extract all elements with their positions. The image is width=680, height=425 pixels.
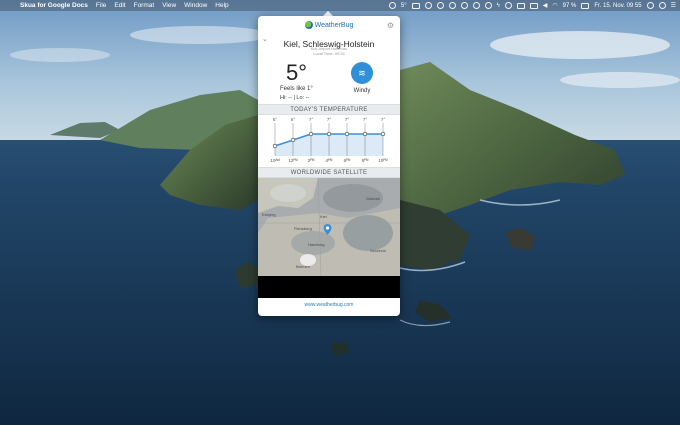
status-shield-icon[interactable] xyxy=(516,2,525,9)
time-label: 8ᴾᴹ xyxy=(361,158,369,163)
weatherbug-logo: WeatherBug xyxy=(304,21,354,29)
weatherbug-logo-icon xyxy=(304,21,313,29)
temperature-section-header: TODAY'S TEMPERATURE xyxy=(258,104,400,115)
status-sync-icon[interactable] xyxy=(424,2,432,9)
status-clock-icon[interactable] xyxy=(436,2,444,9)
battery-status[interactable]: 97 % xyxy=(563,3,577,9)
city-name[interactable]: Kiel, Schleswig-Holstein xyxy=(284,39,375,49)
map-label: Kiel xyxy=(320,214,327,219)
map-label: Bremen xyxy=(296,264,311,269)
battery-percent: 97 % xyxy=(562,2,577,9)
feels-like: Feels like 1° xyxy=(280,86,313,92)
temperature-value-label: 7° xyxy=(344,117,350,122)
temperature-value-label: 7° xyxy=(308,117,314,122)
satellite-section-header: WORLDWIDE SATELLITE xyxy=(258,167,400,178)
location-pin-icon xyxy=(323,224,332,235)
temperature-point xyxy=(272,143,278,149)
weatherbug-popover: WeatherBug ⚙ ⌄ Kiel, Schleswig-Holstein … xyxy=(258,16,400,316)
temperature-point xyxy=(308,131,314,137)
lightning-icon[interactable]: ϟ xyxy=(497,3,500,9)
menu-help[interactable]: Help xyxy=(215,2,228,9)
menu-edit[interactable]: Edit xyxy=(114,2,125,9)
spotlight-icon[interactable] xyxy=(646,2,654,9)
time-label: 10ᴬᴹ xyxy=(270,158,280,163)
status-play-icon[interactable] xyxy=(472,2,480,9)
hi-lo: Hi: -- | Lo: -- xyxy=(280,95,310,101)
status-check-icon[interactable] xyxy=(460,2,468,9)
time-label: 4ᴾᴹ xyxy=(325,158,333,163)
temperature-point xyxy=(344,131,350,137)
status-square-icon[interactable] xyxy=(411,2,420,9)
map-label: Hamburg xyxy=(308,242,325,247)
brand-name: WeatherBug xyxy=(314,21,354,29)
map-label: Flensburg xyxy=(294,226,312,231)
temperature-chart[interactable]: 5° 10ᴬᴹ 6° 12ᴾᴹ 7° 2ᴾᴹ 7° 4ᴾᴹ 7° 6ᴾᴹ 7° 8ᴾᴹ 7° 10ᴾᴹ xyxy=(258,115,400,167)
app-menu[interactable]: Skua for Google Docs xyxy=(20,2,88,9)
windy-icon: ≋ xyxy=(351,62,373,84)
menu-format[interactable]: Format xyxy=(134,2,155,9)
temperature-point xyxy=(362,131,368,137)
temperature-point xyxy=(380,131,386,137)
weatherbug-status-temp: 5° xyxy=(400,2,407,9)
temperature-point xyxy=(326,131,332,137)
status-circle-icon[interactable] xyxy=(388,2,396,9)
menu-view[interactable]: View xyxy=(162,2,176,9)
temperature-value-label: 7° xyxy=(326,117,332,122)
weatherbug-status-item[interactable]: 5° xyxy=(401,3,407,9)
current-temp: 5° xyxy=(286,60,308,85)
popover-header: WeatherBug ⚙ xyxy=(258,16,400,34)
weatherbug-link[interactable]: www.weatherbug.com xyxy=(258,298,400,312)
battery-icon xyxy=(581,2,590,9)
temperature-value-label: 7° xyxy=(380,117,386,122)
status-info-icon[interactable] xyxy=(484,2,492,9)
wifi-icon[interactable]: ◠ xyxy=(552,2,557,9)
menu-file[interactable]: File xyxy=(96,2,106,9)
time-label: 2ᴾᴹ xyxy=(307,158,315,163)
temperature-point xyxy=(290,137,296,143)
map-label: Gdańsk xyxy=(366,196,380,201)
location-row: ⌄ Kiel, Schleswig-Holstein xyxy=(258,34,400,49)
current-conditions: 5° Feels like 1° Hi: -- | Lo: -- ≋ Windy xyxy=(258,56,400,104)
menu-window[interactable]: Window xyxy=(184,2,207,9)
time-label: 6ᴾᴹ xyxy=(343,158,351,163)
ad-placeholder xyxy=(258,276,400,298)
condition-text: Windy xyxy=(353,88,371,94)
map-label: Szczecin xyxy=(370,248,387,253)
temperature-value-label: 7° xyxy=(362,117,368,122)
volume-icon[interactable]: ◀ xyxy=(543,2,548,9)
map-label: Esbjerg xyxy=(262,212,276,217)
temperature-value-label: 6° xyxy=(290,117,296,122)
time-label: 10ᴾᴹ xyxy=(378,158,388,163)
status-record-icon[interactable] xyxy=(448,2,456,9)
gear-icon[interactable]: ⚙ xyxy=(387,21,394,30)
menu-bar: Skua for Google Docs File Edit Format Vi… xyxy=(0,0,680,11)
airplay-icon[interactable] xyxy=(529,2,538,9)
chevron-down-icon[interactable]: ⌄ xyxy=(262,35,268,43)
satellite-map[interactable]: Esbjerg Flensburg Kiel Hamburg Bremen Sz… xyxy=(258,178,400,276)
user-icon[interactable] xyxy=(658,2,666,9)
status-menu-extras: 5° ϟ ◀ ◠ 97 % Fr. 15. Nov. 09 55 ☰ xyxy=(388,0,676,11)
clock[interactable]: Fr. 15. Nov. 09 55 xyxy=(594,3,641,9)
temperature-value-label: 5° xyxy=(272,117,278,122)
time-label: 12ᴾᴹ xyxy=(288,158,298,163)
status-help-icon[interactable] xyxy=(504,2,512,9)
notification-center-icon[interactable]: ☰ xyxy=(671,2,676,9)
